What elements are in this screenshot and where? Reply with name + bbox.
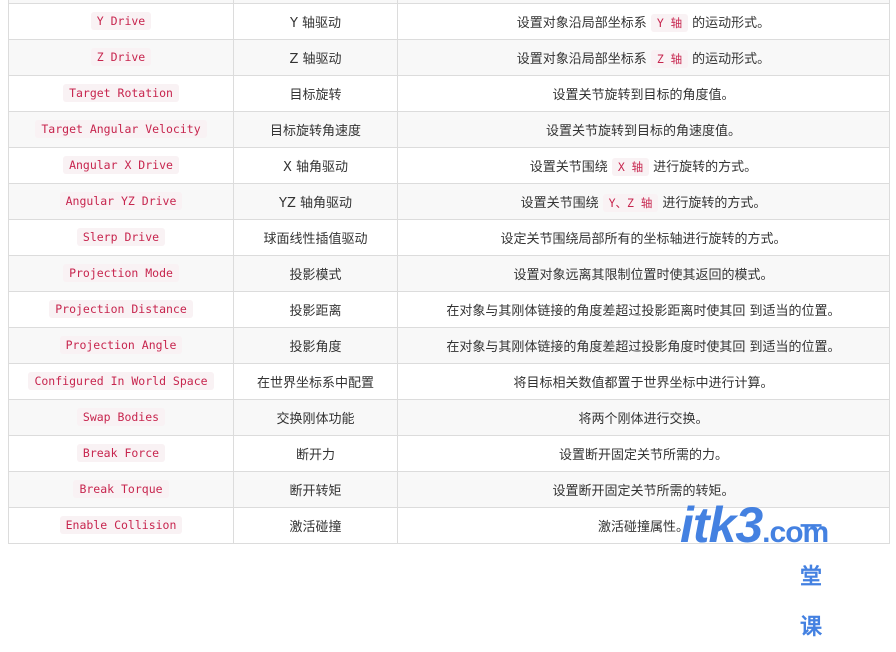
property-cell: Break Force: [8, 435, 234, 472]
description-cell: 在对象与其刚体链接的角度差超过投影距离时使其回 到适当的位置。: [397, 291, 890, 328]
axis-code: X 轴: [611, 158, 650, 176]
table-row: Configured In World Space 在世界坐标系中配置 将目标相关数…: [8, 363, 890, 400]
joint-properties-table: Y Drive Y 轴驱动 设置对象沿局部坐标系 Y 轴的运动形式。 Z Drive Z …: [8, 0, 890, 544]
property-cell: Target Rotation: [8, 75, 234, 112]
chinese-name-cell: YZ 轴角驱动: [233, 183, 398, 220]
chinese-name-cell: Y 轴驱动: [233, 3, 398, 40]
table-row: Slerp Drive 球面线性插值驱动 设定关节围绕局部所有的坐标轴进行旋转的方式…: [8, 219, 890, 256]
description-text: 设置关节旋转到目标的角速度值。: [545, 124, 741, 139]
property-cell: Target Angular Velocity: [8, 111, 234, 148]
property-code: Angular YZ Drive: [59, 192, 183, 210]
table-row: Swap Bodies 交换刚体功能 将两个刚体进行交换。: [8, 399, 890, 436]
description-cell: 将目标相关数值都置于世界坐标中进行计算。: [397, 363, 890, 400]
property-code: Swap Bodies: [76, 408, 166, 426]
axis-code: Y、Z 轴: [602, 194, 659, 212]
description-text: 在对象与其刚体链接的角度差超过投影角度时使其回 到适当的位置。: [446, 340, 841, 355]
property-code: Projection Mode: [63, 264, 179, 282]
property-code: Target Rotation: [63, 84, 179, 102]
chinese-name-cell: 球面线性插值驱动: [233, 219, 398, 256]
description-cell: 设置对象沿局部坐标系 Y 轴的运动形式。: [397, 3, 890, 40]
chinese-name-cell: 断开力: [233, 435, 398, 472]
property-cell: Projection Angle: [8, 327, 234, 364]
property-code: Z Drive: [90, 48, 152, 66]
table-row: Target Angular Velocity 目标旋转角速度 设置关节旋转到目标的…: [8, 111, 890, 148]
table-row: Break Force 断开力 设置断开固定关节所需的力。: [8, 435, 890, 472]
chinese-name-cell: 投影距离: [233, 291, 398, 328]
chinese-name-cell: 投影模式: [233, 255, 398, 292]
description-text: 将目标相关数值都置于世界坐标中进行计算。: [513, 376, 774, 391]
description-cell: 将两个刚体进行交换。: [397, 399, 890, 436]
description-cell: 设置对象沿局部坐标系 Z 轴的运动形式。: [397, 39, 890, 76]
description-cell: 设置关节旋转到目标的角速度值。: [397, 111, 890, 148]
table-row: Angular X Drive X 轴角驱动 设置关节围绕 X 轴进行旋转的方式。: [8, 147, 890, 184]
chinese-name-cell: 投影角度: [233, 327, 398, 364]
description-text: 设置关节旋转到目标的角度值。: [552, 88, 735, 103]
property-code: Break Torque: [73, 480, 169, 498]
description-text: 在对象与其刚体链接的角度差超过投影距离时使其回 到适当的位置。: [446, 304, 841, 319]
chinese-name-cell: 目标旋转角速度: [233, 111, 398, 148]
description-cell: 设置断开固定关节所需的力。: [397, 435, 890, 472]
description-text: 进行旋转的方式。: [662, 196, 767, 211]
axis-code: Y 轴: [650, 14, 689, 32]
chinese-name-cell: X 轴角驱动: [233, 147, 398, 184]
property-code: Configured In World Space: [28, 372, 214, 390]
property-code: Target Angular Velocity: [35, 120, 207, 138]
property-code: Angular X Drive: [63, 156, 179, 174]
property-code: Projection Angle: [59, 336, 183, 354]
description-text: 的运动形式。: [692, 52, 771, 67]
description-text: 进行旋转的方式。: [653, 160, 758, 175]
description-text: 设置关节围绕: [529, 160, 608, 175]
description-cell: 设定关节围绕局部所有的坐标轴进行旋转的方式。: [397, 219, 890, 256]
table-row: Target Rotation 目标旋转 设置关节旋转到目标的角度值。: [8, 75, 890, 112]
property-code: Y Drive: [90, 12, 152, 30]
property-cell: Swap Bodies: [8, 399, 234, 436]
chinese-name-cell: 激活碰撞: [233, 507, 398, 544]
description-cell: 设置关节旋转到目标的角度值。: [397, 75, 890, 112]
description-cell: 设置关节围绕 X 轴进行旋转的方式。: [397, 147, 890, 184]
property-code: Projection Distance: [49, 300, 193, 318]
table-row: Z Drive Z 轴驱动 设置对象沿局部坐标系 Z 轴的运动形式。: [8, 39, 890, 76]
table-row: Projection Angle 投影角度 在对象与其刚体链接的角度差超过投影角度时…: [8, 327, 890, 364]
description-text: 设定关节围绕局部所有的坐标轴进行旋转的方式。: [500, 232, 787, 247]
property-code: Break Force: [76, 444, 166, 462]
chinese-name-cell: Z 轴驱动: [233, 39, 398, 76]
description-text: 设置断开固定关节所需的力。: [558, 448, 728, 463]
table-row: Projection Mode 投影模式 设置对象远离其限制位置时使其返回的模式。: [8, 255, 890, 292]
property-cell: Y Drive: [8, 3, 234, 40]
description-text: 设置对象沿局部坐标系: [516, 52, 647, 67]
description-text: 设置关节围绕: [520, 196, 599, 211]
table-row: Projection Distance 投影距离 在对象与其刚体链接的角度差超过投影…: [8, 291, 890, 328]
description-cell: 在对象与其刚体链接的角度差超过投影角度时使其回 到适当的位置。: [397, 327, 890, 364]
description-text: 的运动形式。: [692, 16, 771, 31]
axis-code: Z 轴: [650, 50, 689, 68]
chinese-name-cell: 在世界坐标系中配置: [233, 363, 398, 400]
property-code: Enable Collision: [59, 516, 183, 534]
property-cell: Slerp Drive: [8, 219, 234, 256]
description-cell: 设置关节围绕 Y、Z 轴进行旋转的方式。: [397, 183, 890, 220]
description-text: 设置对象沿局部坐标系: [516, 16, 647, 31]
description-text: 将两个刚体进行交换。: [578, 412, 709, 427]
property-cell: Projection Distance: [8, 291, 234, 328]
property-cell: Angular X Drive: [8, 147, 234, 184]
property-cell: Configured In World Space: [8, 363, 234, 400]
chinese-name-cell: 交换刚体功能: [233, 399, 398, 436]
table-row: Y Drive Y 轴驱动 设置对象沿局部坐标系 Y 轴的运动形式。: [8, 3, 890, 40]
table-row: Angular YZ Drive YZ 轴角驱动 设置关节围绕 Y、Z 轴进行旋转的方…: [8, 183, 890, 220]
chinese-name-cell: 目标旋转: [233, 75, 398, 112]
property-cell: Angular YZ Drive: [8, 183, 234, 220]
description-cell: 设置对象远离其限制位置时使其返回的模式。: [397, 255, 890, 292]
property-code: Slerp Drive: [76, 228, 166, 246]
property-cell: Z Drive: [8, 39, 234, 76]
property-cell: Enable Collision: [8, 507, 234, 544]
chinese-name-cell: 断开转矩: [233, 471, 398, 508]
description-text: 设置对象远离其限制位置时使其返回的模式。: [513, 268, 774, 283]
watermark-logo: itk3.com 一堂课: [680, 497, 829, 639]
property-cell: Projection Mode: [8, 255, 234, 292]
property-cell: Break Torque: [8, 471, 234, 508]
description-text: 激活碰撞属性。: [597, 520, 689, 535]
